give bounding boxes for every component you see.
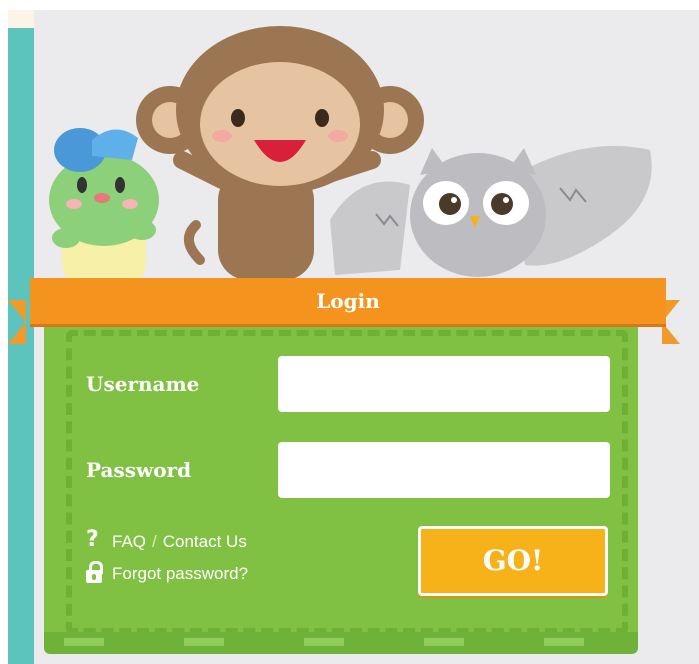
- password-input[interactable]: [278, 442, 610, 498]
- ribbon-tail-left: [8, 300, 26, 344]
- edge-dash: [424, 638, 464, 646]
- lock-hole: [92, 574, 96, 580]
- faq-link[interactable]: FAQ: [112, 532, 146, 551]
- username-input[interactable]: [278, 356, 610, 412]
- question-mark-icon: ?: [86, 527, 99, 552]
- panel-bottom-edge: [44, 632, 638, 654]
- mascot-illustration: [49, 26, 652, 285]
- contact-us-link[interactable]: Contact Us: [163, 532, 247, 551]
- forgot-password-link[interactable]: Forgot password?: [112, 564, 248, 583]
- help-links: FAQ / Contact Us: [112, 532, 247, 552]
- username-label: Username: [86, 372, 200, 396]
- password-label: Password: [86, 458, 192, 482]
- edge-dash: [544, 638, 584, 646]
- login-title: Login: [316, 289, 380, 313]
- edge-dash: [64, 638, 104, 646]
- go-button[interactable]: GO!: [418, 526, 608, 596]
- link-separator: /: [152, 532, 157, 551]
- edge-dash: [304, 638, 344, 646]
- edge-dash: [184, 638, 224, 646]
- forgot-link-wrap: Forgot password?: [112, 564, 248, 584]
- dinosaur-mascot: [49, 128, 159, 285]
